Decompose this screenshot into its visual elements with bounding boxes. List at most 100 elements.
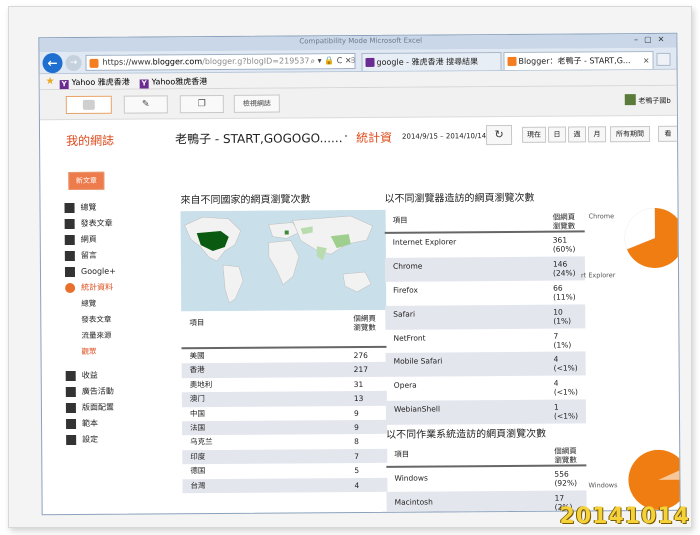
sidebar-item-pages[interactable]: 網頁 bbox=[63, 231, 163, 248]
country-name: 德国 bbox=[190, 466, 206, 476]
table-row: NetFront 7 (1%) bbox=[385, 328, 585, 353]
favorite-link-yahoo-2[interactable]: Y Yahoo雅虎香港 bbox=[139, 76, 208, 89]
views-percent: (11%) bbox=[553, 292, 576, 302]
view-blog-button[interactable]: 檢視網誌 bbox=[233, 94, 280, 113]
period-day-button[interactable]: 日 bbox=[547, 126, 567, 143]
sidebar-item-posts[interactable]: 發表文章 bbox=[63, 215, 163, 232]
country-name: 台灣 bbox=[190, 480, 206, 490]
comments-icon bbox=[64, 250, 75, 262]
sidebar-item-settings[interactable]: 設定 bbox=[64, 431, 164, 448]
address-tools-icon[interactable]: ⌕ ▾ 🔒 C ✕ bbox=[308, 54, 352, 69]
country-name: 澳门 bbox=[189, 394, 205, 404]
table-row: 中国 9 bbox=[182, 405, 387, 421]
sidebar-subitem-traffic-sources[interactable]: 流量來源 bbox=[63, 327, 163, 344]
window-controls[interactable]: –▢✕ bbox=[634, 35, 670, 44]
browser-name: Opera bbox=[393, 380, 417, 391]
close-tab-icon[interactable]: × bbox=[643, 52, 650, 69]
sidebar-item-comments[interactable]: 留言 bbox=[63, 247, 163, 264]
views-count: 4 bbox=[553, 378, 559, 388]
home-icon bbox=[64, 202, 75, 214]
new-post-sidebar-button[interactable]: 新文章 bbox=[68, 171, 105, 191]
period-week-button[interactable]: 週 bbox=[567, 126, 587, 143]
views-count: 4 bbox=[553, 355, 559, 365]
table-row: 香港 217 bbox=[181, 362, 387, 379]
sidebar-item-label: 廣告活動 bbox=[81, 386, 114, 396]
browser-views: 4 (<1%) bbox=[554, 379, 578, 397]
period-all-button[interactable]: 所有期間 bbox=[609, 125, 651, 143]
country-name: 香港 bbox=[189, 365, 205, 375]
refresh-icon: ↻ bbox=[494, 127, 504, 142]
sidebar-item-layout[interactable]: 版面配置 bbox=[64, 399, 164, 416]
column-header-item: 項目 bbox=[189, 318, 205, 328]
views-count: 66 bbox=[553, 283, 563, 293]
sidebar-item-campaigns[interactable]: 廣告活動 bbox=[64, 383, 164, 400]
browser-name: Safari bbox=[393, 309, 416, 319]
avatar bbox=[624, 94, 636, 106]
favorite-label: Yahoo 雅虎香港 bbox=[71, 77, 130, 88]
refresh-button[interactable]: ↻ bbox=[485, 124, 513, 146]
copy-button[interactable]: ❐ bbox=[179, 94, 224, 114]
table-header: 項目 個網頁瀏覽數 bbox=[386, 444, 587, 468]
pages-icon bbox=[64, 234, 75, 246]
new-tab-button[interactable] bbox=[656, 52, 671, 66]
more-button[interactable]: 看 bbox=[657, 125, 679, 142]
tab-label: google - 雅虎香港 搜尋結果 bbox=[376, 57, 479, 67]
table-row: 奧地利 31 bbox=[182, 377, 387, 393]
column-header-item: 項目 bbox=[392, 215, 408, 225]
sidebar-item-stats[interactable]: 統計資料 bbox=[63, 279, 163, 296]
browser-views: 146 (24%) bbox=[553, 259, 576, 277]
forward-arrow-icon[interactable]: → bbox=[65, 54, 82, 72]
tab-google-search[interactable]: google - 雅虎香港 搜尋結果 bbox=[361, 52, 502, 71]
google-plus-icon bbox=[64, 266, 76, 278]
tab-blogger[interactable]: Blogger：老鴨子 - START,G... × bbox=[503, 50, 654, 70]
back-arrow-icon[interactable]: ← bbox=[42, 53, 63, 74]
browser-name: Firefox bbox=[393, 285, 418, 295]
period-month-button[interactable]: 月 bbox=[587, 126, 607, 143]
views-percent: (60%) bbox=[552, 244, 576, 254]
sidebar-item-google-plus[interactable]: Google+ bbox=[63, 263, 163, 280]
sidebar: 新文章 總覽 發表文章 網頁 留言 Google+ 統計資料 總覽 發表文章 流… bbox=[62, 171, 164, 448]
country-views: 5 bbox=[354, 466, 360, 476]
new-post-button[interactable]: ✎ bbox=[123, 95, 168, 114]
my-blog-link[interactable]: 我的網誌 bbox=[66, 132, 114, 149]
table-header: 項目 個網頁瀏覽數 bbox=[384, 210, 585, 234]
sidebar-item-label: 設定 bbox=[82, 434, 99, 444]
period-now-button[interactable]: 現在 bbox=[521, 126, 547, 143]
favorite-link-yahoo-1[interactable]: Y Yahoo 雅虎香港 bbox=[59, 77, 130, 90]
os-table: 項目 個網頁瀏覽數 Windows 556 (92%) Macintosh 17 (2%… bbox=[386, 444, 587, 516]
country-views: 31 bbox=[353, 379, 364, 389]
stats-heading: 統計資 bbox=[356, 130, 393, 146]
address-bar[interactable]: https://www.blogger.com/blogger.g?blogID… bbox=[85, 53, 356, 71]
sidebar-item-template[interactable]: 範本 bbox=[64, 415, 164, 432]
blogger-home-button[interactable] bbox=[65, 95, 112, 115]
world-map[interactable] bbox=[180, 209, 387, 312]
blog-name[interactable]: 老鴨子 - START,GOGOGO...... bbox=[175, 129, 343, 147]
country-views: 8 bbox=[354, 437, 359, 447]
layout-icon bbox=[65, 402, 76, 414]
views-count: 10 bbox=[553, 307, 563, 317]
views-count: 556 bbox=[554, 469, 569, 479]
browser-views: 4 (<1%) bbox=[554, 355, 578, 373]
views-count: 361 bbox=[552, 235, 568, 245]
browser-name: Mobile Safari bbox=[393, 356, 443, 367]
column-header-views: 個網頁瀏覽數 bbox=[353, 313, 376, 333]
sidebar-subitem-overview[interactable]: 總覽 bbox=[63, 295, 163, 312]
table-row: 美國 276 bbox=[182, 348, 387, 364]
pencil-icon: ✎ bbox=[141, 99, 150, 110]
browser-pie-chart bbox=[624, 207, 681, 268]
yahoo-icon bbox=[365, 57, 375, 67]
sidebar-item-overview[interactable]: 總覽 bbox=[62, 199, 162, 216]
table-row: Windows 556 (92%) bbox=[386, 466, 586, 491]
table-row: 台灣 4 bbox=[182, 477, 388, 494]
sidebar-item-earnings[interactable]: 收益 bbox=[64, 367, 164, 384]
world-map-graphic bbox=[180, 209, 387, 312]
os-views: 556 (92%) bbox=[554, 469, 577, 488]
sidebar-subitem-audience[interactable]: 觀眾 bbox=[63, 343, 163, 360]
favorites-star-icon[interactable]: ★ bbox=[46, 76, 55, 87]
table-row: Chrome 146 (24%) bbox=[384, 256, 586, 282]
table-header: 項目 個網頁瀏覽數 bbox=[181, 311, 387, 350]
user-account[interactable]: 老鴨子國b bbox=[624, 94, 671, 106]
photo-date-stamp: 20141014 bbox=[559, 504, 690, 529]
date-range: 2014/9/15 – 2014/10/14 bbox=[402, 132, 487, 141]
sidebar-subitem-posts[interactable]: 發表文章 bbox=[63, 311, 163, 328]
